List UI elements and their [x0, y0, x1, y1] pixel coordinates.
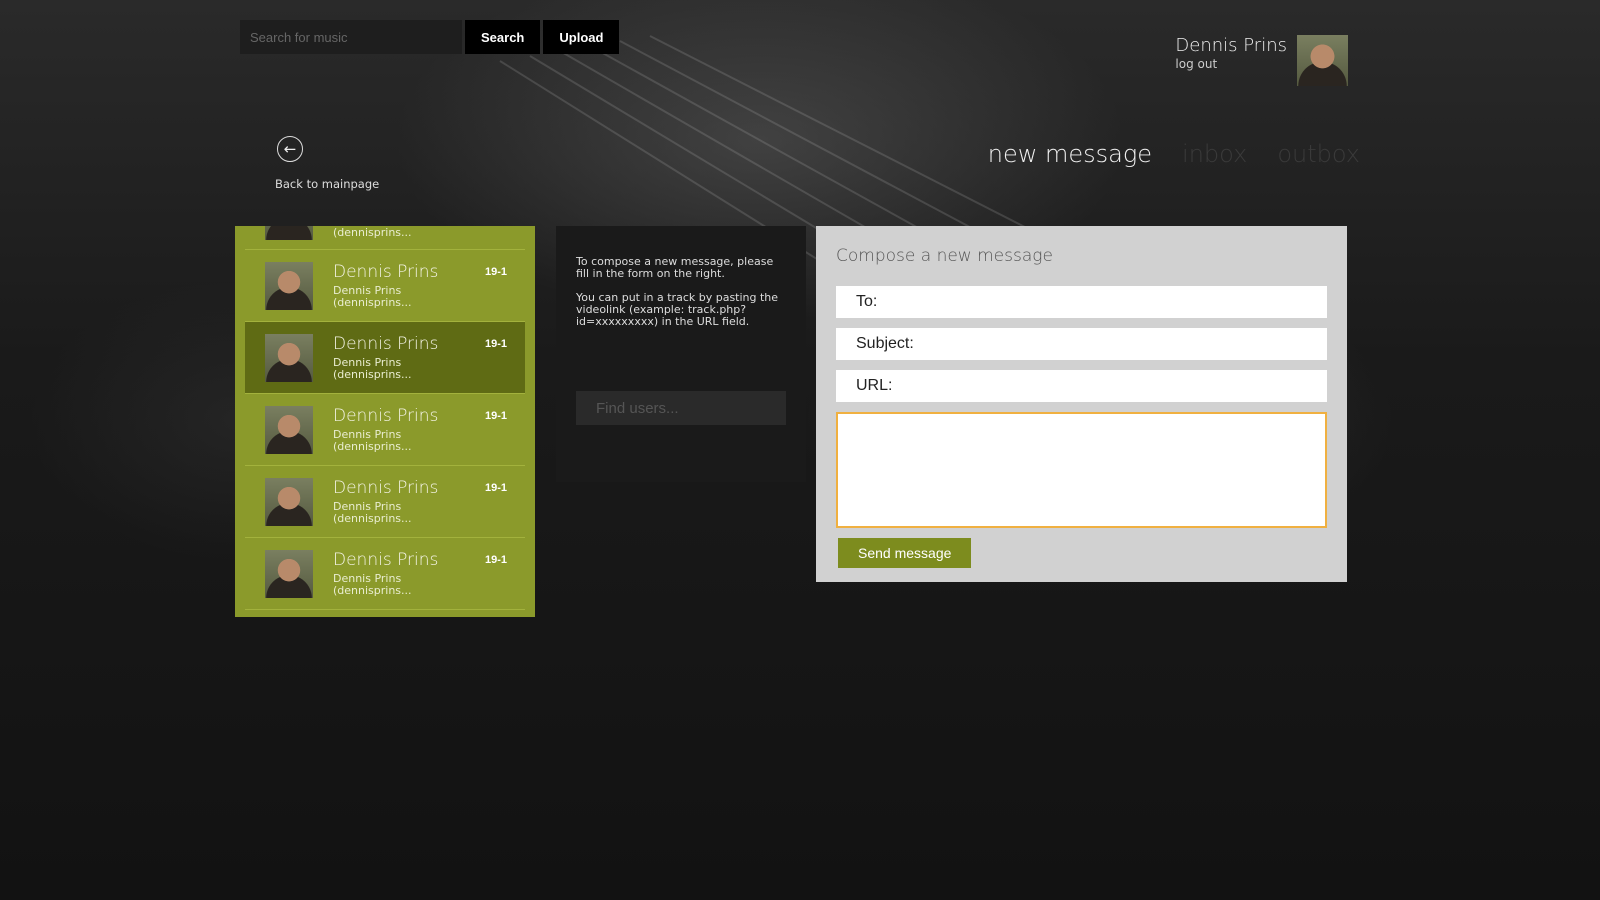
subject-field[interactable]	[836, 328, 1327, 360]
list-item-name: Dennis Prins	[333, 405, 439, 426]
info-panel: To compose a new message, please fill in…	[556, 226, 806, 482]
list-item-text: Dennis Prins Dennis Prins (dennisprins..…	[333, 333, 439, 381]
list-item-username: (dennisprins...	[333, 511, 412, 525]
info-text-track: You can put in a track by pasting the vi…	[576, 291, 779, 328]
avatar	[265, 226, 313, 240]
compose-form: Compose a new message Send message	[816, 226, 1347, 582]
message-list: (dennisprins... Dennis Prins Dennis Prin…	[235, 226, 535, 617]
list-item[interactable]: (dennisprins...	[245, 226, 525, 250]
list-item[interactable]: Dennis Prins Dennis Prins (dennisprins..…	[245, 538, 525, 610]
list-item-sub: Dennis Prins	[333, 499, 402, 513]
send-message-button[interactable]: Send message	[838, 538, 972, 568]
search-input[interactable]	[240, 20, 462, 54]
user-panel: Dennis Prins log out	[1175, 35, 1348, 86]
list-item-text: Dennis Prins Dennis Prins (dennisprins..…	[333, 549, 439, 597]
list-item[interactable]: Dennis Prins Dennis Prins (dennisprins..…	[245, 250, 525, 322]
tab-new-message[interactable]: new message	[988, 140, 1152, 168]
list-item-name: Dennis Prins	[333, 549, 439, 570]
list-item-sub: Dennis Prins	[333, 427, 402, 441]
list-item-name: Dennis Prins	[333, 261, 439, 282]
list-item-sub: Dennis Prins	[333, 355, 402, 369]
search-bar: Search Upload	[240, 20, 620, 54]
user-info: Dennis Prins log out	[1175, 35, 1287, 71]
logout-link[interactable]: log out	[1175, 57, 1287, 71]
back-label[interactable]: Back to mainpage	[275, 177, 379, 191]
avatar	[265, 261, 313, 310]
back-nav: ← Back to mainpage	[275, 136, 379, 191]
upload-button[interactable]: Upload	[543, 20, 620, 54]
list-item[interactable]: Dennis Prins Dennis Prins (dennisprins..…	[245, 394, 525, 466]
back-arrow-icon[interactable]: ←	[277, 136, 303, 162]
info-text-compose: To compose a new message, please fill in…	[576, 255, 774, 280]
to-field[interactable]	[836, 286, 1327, 318]
list-item-date: 19-1	[484, 554, 507, 566]
list-item-date: 19-1	[484, 338, 507, 350]
tab-inbox[interactable]: inbox	[1182, 140, 1247, 168]
avatar	[265, 477, 313, 526]
list-item-date: 19-1	[484, 410, 507, 422]
list-item-text: Dennis Prins Dennis Prins (dennisprins..…	[333, 477, 439, 525]
list-item-username: (dennisprins...	[333, 583, 412, 597]
list-item-username: (dennisprins...	[333, 226, 412, 239]
list-item-name: Dennis Prins	[333, 333, 439, 354]
message-tabs: new message inbox outbox	[988, 140, 1360, 168]
list-item-text: Dennis Prins Dennis Prins (dennisprins..…	[333, 261, 439, 309]
list-item-username: (dennisprins...	[333, 439, 412, 453]
list-item-date: 19-1	[484, 266, 507, 278]
find-users-input[interactable]	[576, 391, 786, 425]
list-item-sub: Dennis Prins	[333, 571, 402, 585]
avatar	[265, 549, 313, 598]
avatar	[265, 405, 313, 454]
list-item-text: (dennisprins...	[333, 226, 412, 238]
search-button[interactable]: Search	[465, 20, 541, 54]
list-item-name: Dennis Prins	[333, 477, 439, 498]
list-item-text: Dennis Prins Dennis Prins (dennisprins..…	[333, 405, 439, 453]
user-name: Dennis Prins	[1175, 35, 1287, 56]
user-avatar[interactable]	[1297, 35, 1348, 86]
compose-title: Compose a new message	[836, 246, 1053, 266]
message-list-scroll[interactable]: (dennisprins... Dennis Prins Dennis Prin…	[245, 226, 525, 610]
avatar	[265, 333, 313, 382]
list-item-username: (dennisprins...	[333, 367, 412, 381]
url-field[interactable]	[836, 370, 1327, 402]
message-body-textarea[interactable]	[836, 412, 1327, 528]
list-item-selected[interactable]: Dennis Prins Dennis Prins (dennisprins..…	[245, 322, 525, 394]
list-item[interactable]: Dennis Prins Dennis Prins (dennisprins..…	[245, 466, 525, 538]
list-item-date: 19-1	[484, 482, 507, 494]
list-item-username: (dennisprins...	[333, 295, 412, 309]
tab-outbox[interactable]: outbox	[1277, 140, 1360, 168]
list-item-sub: Dennis Prins	[333, 283, 402, 297]
